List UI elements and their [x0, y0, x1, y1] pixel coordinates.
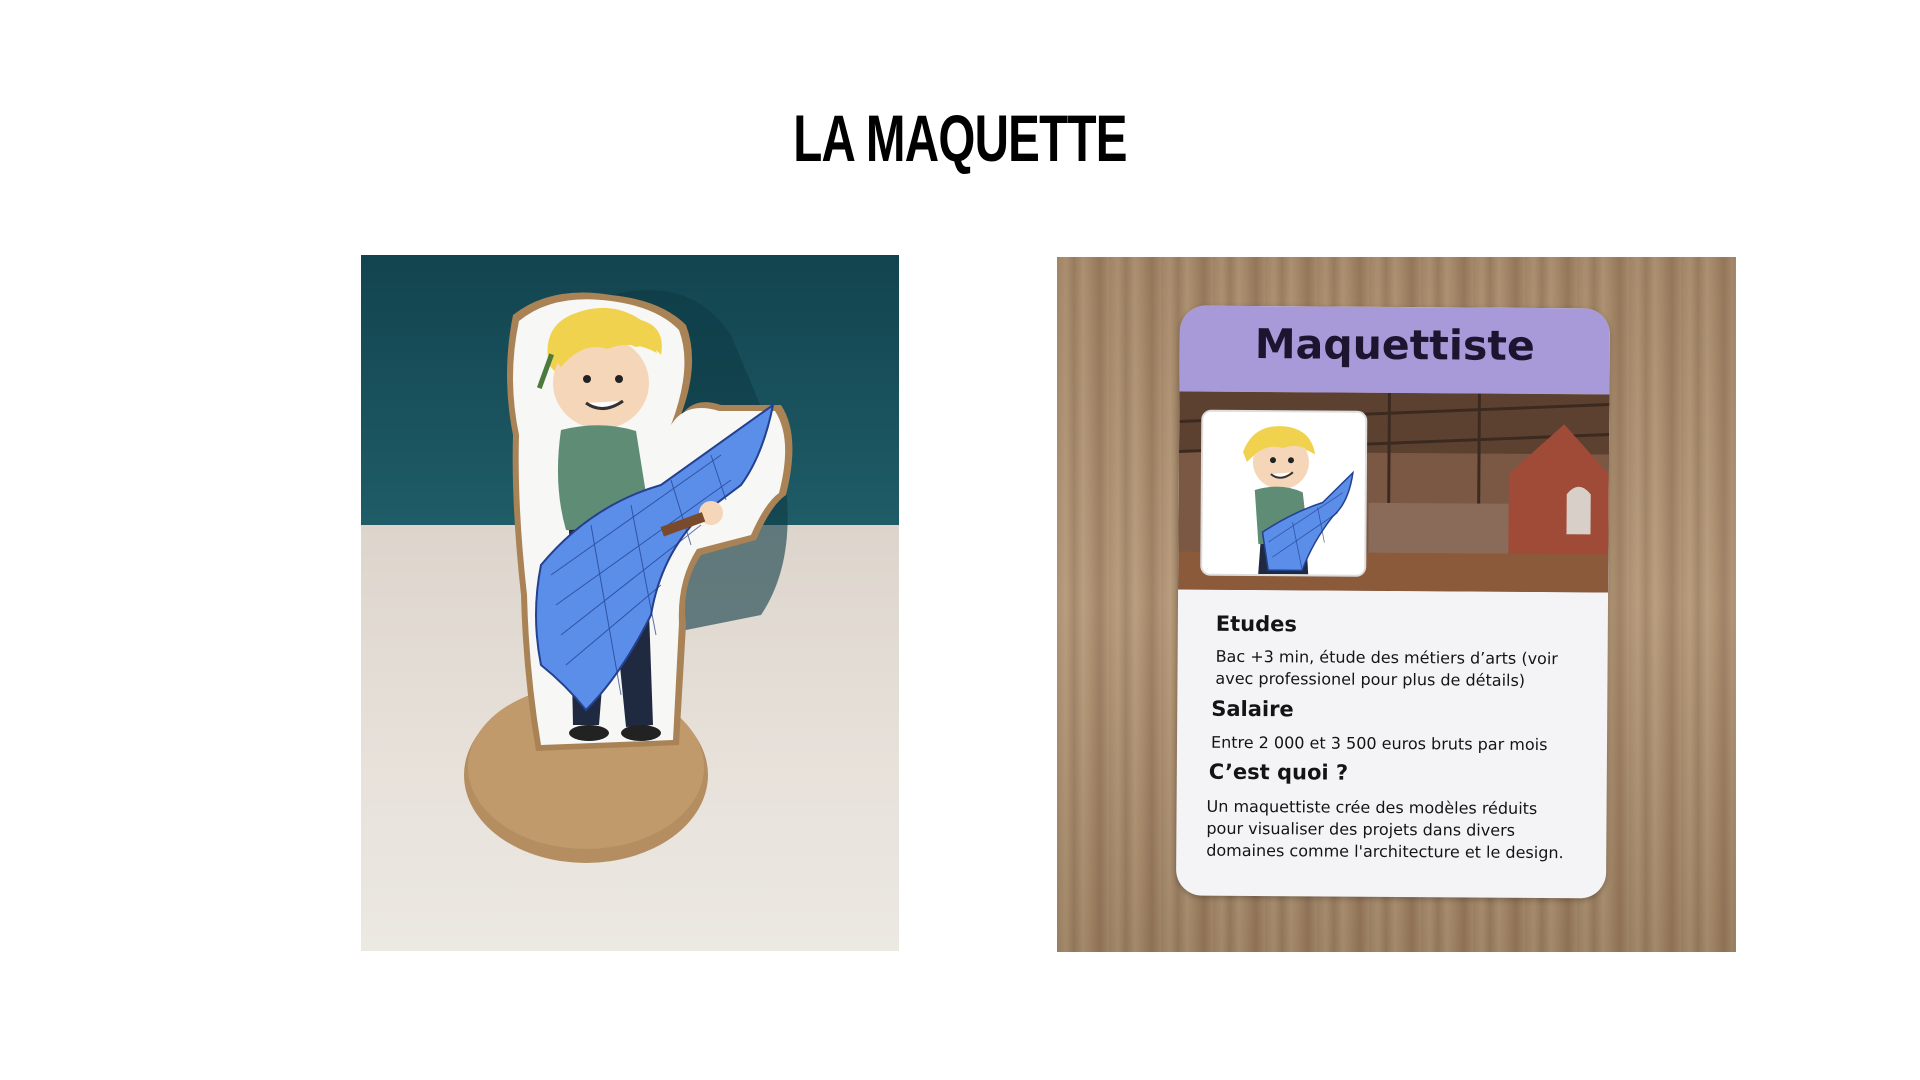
card-workshop-image	[1178, 391, 1610, 593]
studies-text: Bac +3 min, étude des métiers d’arts (vo…	[1215, 646, 1558, 690]
card-photo: Maquettiste Etudes Bac +3 min, étude des…	[1057, 257, 1736, 952]
salary-text: Entre 2 000 et 3 500 euros bruts par moi…	[1210, 732, 1548, 755]
figurine-photo	[361, 255, 899, 951]
salary-heading: Salaire	[1211, 696, 1294, 722]
what-is-it-heading: C’est quoi ?	[1208, 759, 1349, 785]
slide-title: LA MAQUETTE	[793, 101, 1127, 175]
card-character-portrait	[1200, 409, 1368, 577]
cardboard-figurine-illustration	[464, 290, 793, 863]
card-title: Maquettiste	[1254, 320, 1535, 370]
character-mini-illustration	[1243, 426, 1354, 575]
what-is-it-text: Un maquettiste crée des modèles réduits …	[1206, 796, 1564, 863]
studies-heading: Etudes	[1215, 611, 1298, 637]
profession-card: Maquettiste Etudes Bac +3 min, étude des…	[1175, 305, 1611, 899]
card-body: Etudes Bac +3 min, étude des métiers d’a…	[1176, 589, 1608, 898]
card-header: Maquettiste	[1179, 305, 1611, 395]
